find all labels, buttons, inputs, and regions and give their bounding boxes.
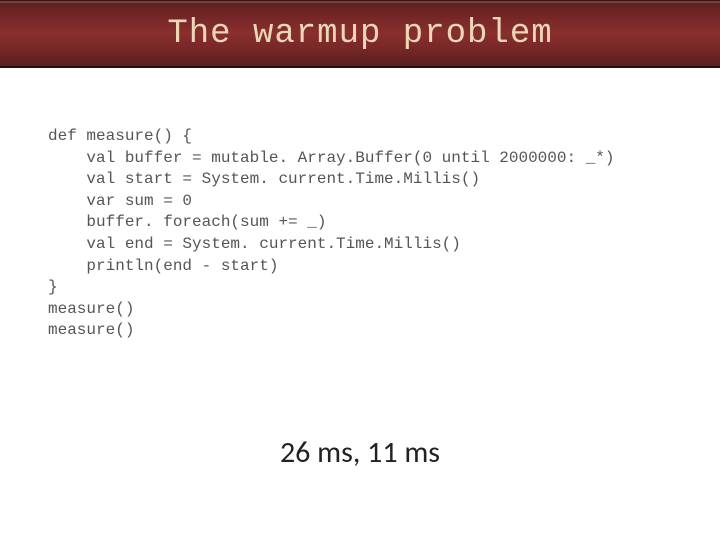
slide: The warmup problem def measure() { val b… xyxy=(0,0,720,540)
title-bar: The warmup problem xyxy=(0,0,720,68)
result-text: 26 ms, 11 ms xyxy=(0,434,720,471)
slide-title: The warmup problem xyxy=(167,15,552,53)
code-block: def measure() { val buffer = mutable. Ar… xyxy=(48,126,615,342)
